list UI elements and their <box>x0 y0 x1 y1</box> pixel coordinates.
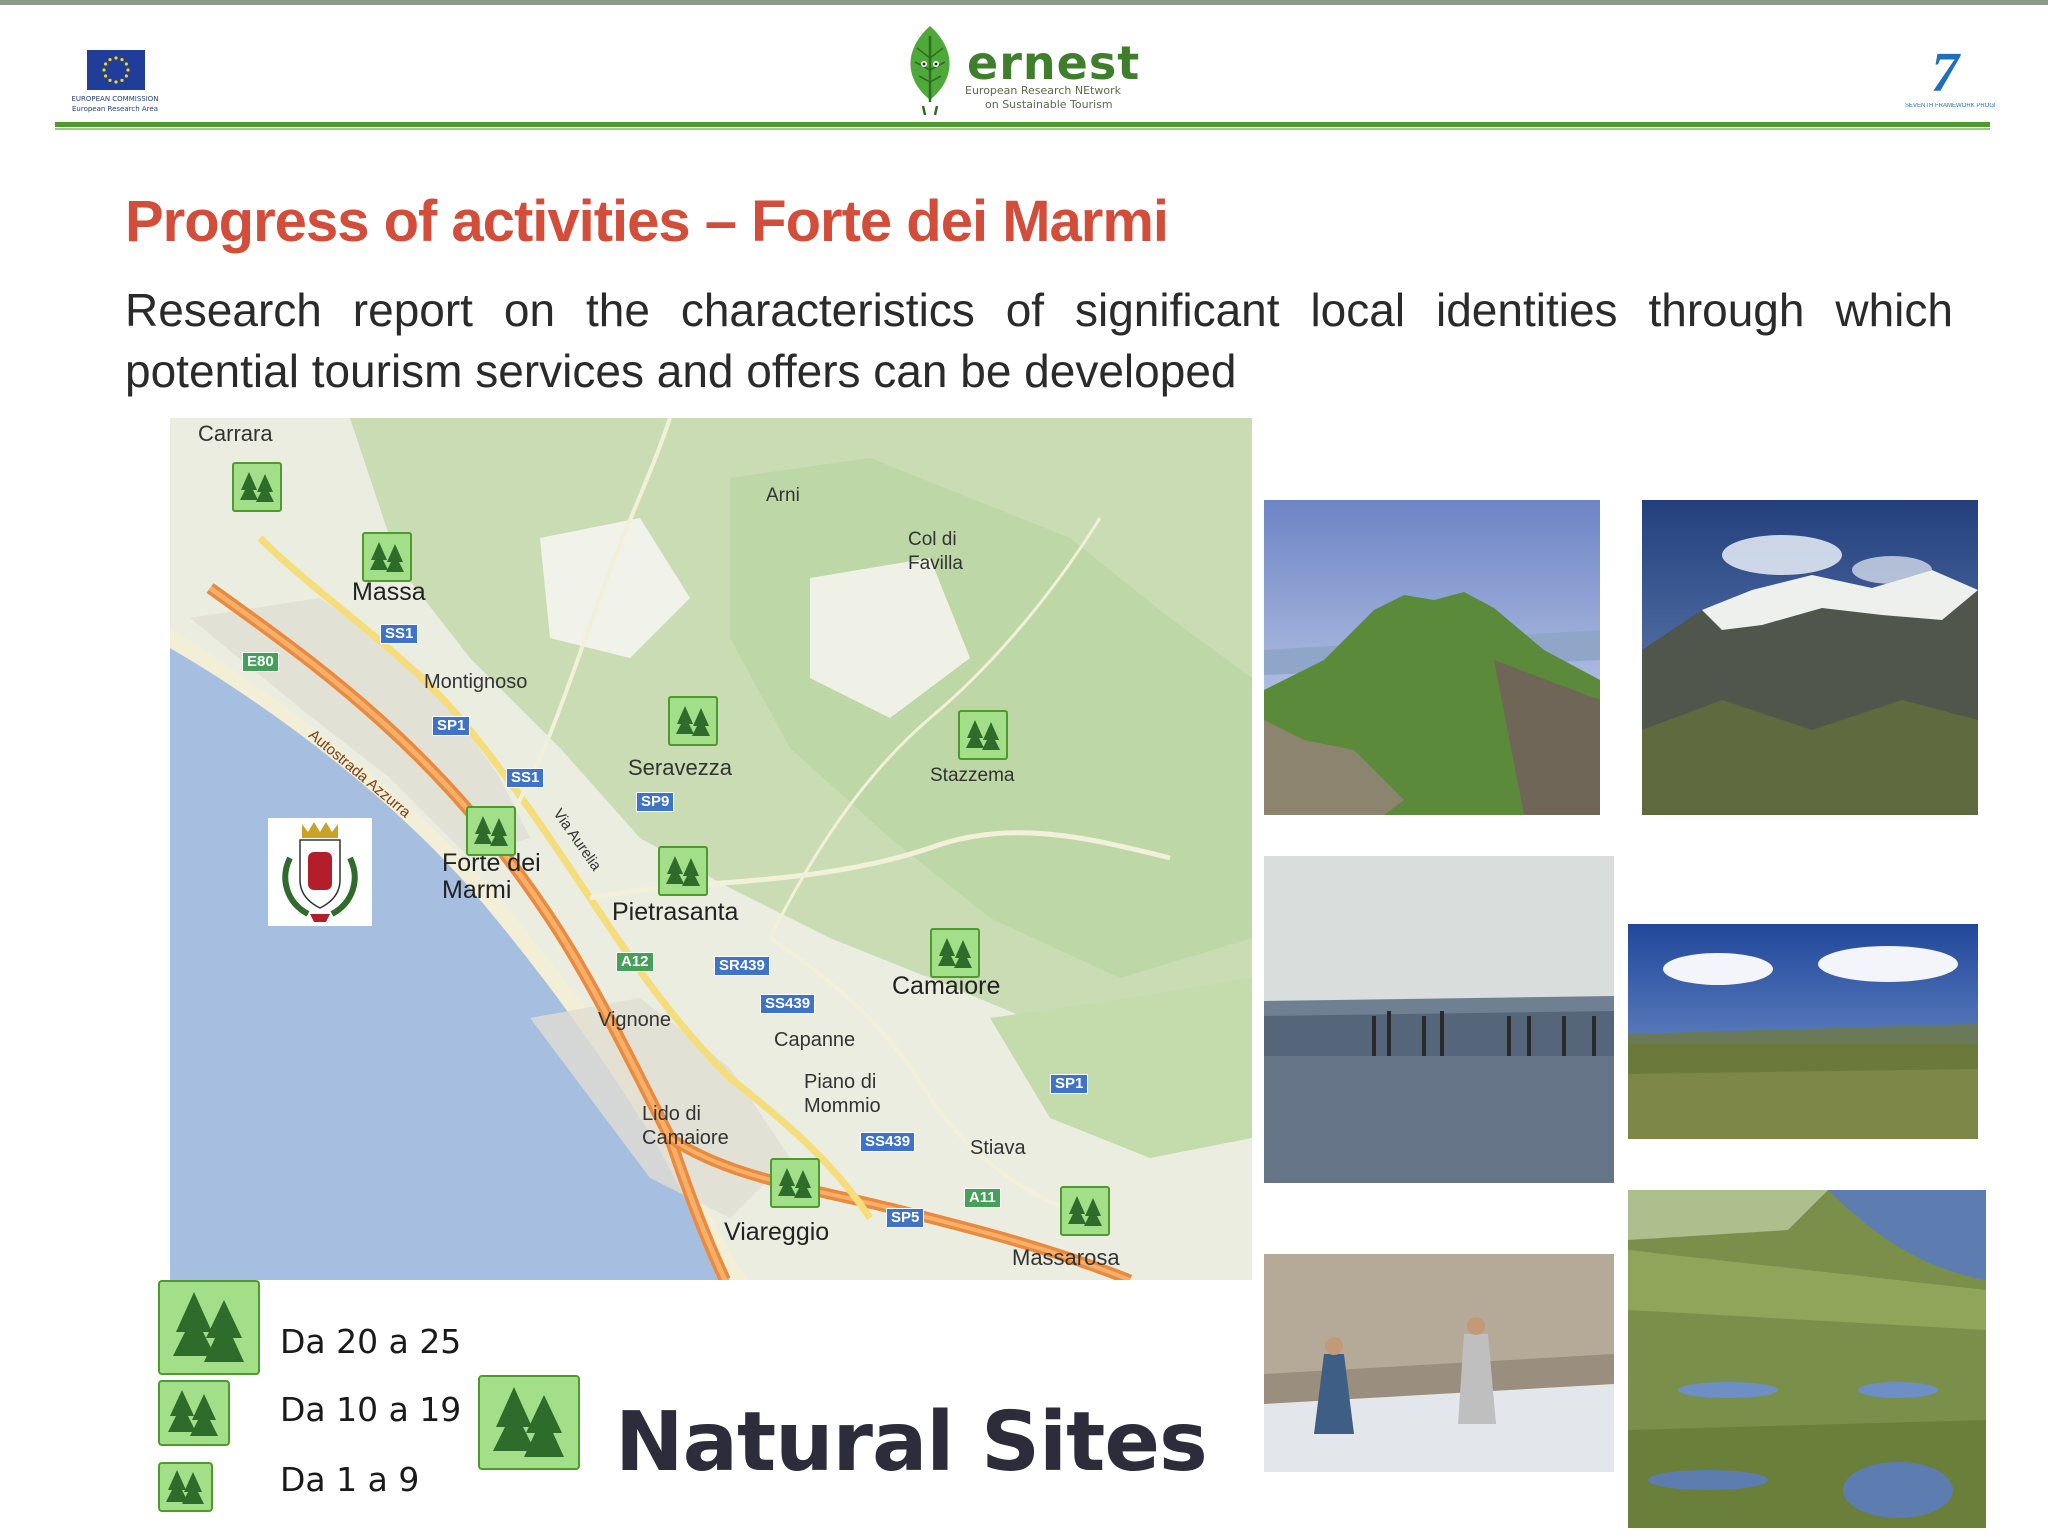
road-badge-a11: A11 <box>964 1188 1001 1208</box>
tree-marker-massa <box>362 532 412 582</box>
tree-marker-camaiore <box>930 928 980 978</box>
photo-marble-workers <box>1264 1254 1614 1472</box>
tree-icon <box>474 816 508 846</box>
photo-green-mountain <box>1264 500 1600 815</box>
ernest-tagline-1: European Research NEtwork <box>965 84 1121 97</box>
road-badge-ss1: SS1 <box>380 624 419 644</box>
eu-commission-logo: EUROPEAN COMMISSION European Research Ar… <box>55 45 175 120</box>
legend-marker-large <box>158 1280 260 1375</box>
legend-label-large: Da 20 a 25 <box>280 1322 462 1361</box>
map-label-massarosa: Massarosa <box>1012 1245 1120 1270</box>
road-badge-sp1: SP1 <box>432 716 471 736</box>
tree-marker-carrara <box>232 462 282 512</box>
tree-icon <box>240 472 274 502</box>
photo-lake-birds <box>1264 856 1614 1183</box>
header-rule <box>55 122 1990 127</box>
photo-snowy-mountains <box>1642 500 1978 815</box>
road-badge-ss1-south: SS1 <box>506 768 545 788</box>
eu-flag-icon <box>87 50 145 90</box>
natural-sites-marker <box>478 1375 580 1470</box>
ernest-logo: ernest European Research NEtwork on Sust… <box>895 18 1155 118</box>
photo-wetland-aerial <box>1628 1190 1986 1528</box>
road-badge-sp9: SP9 <box>636 792 675 812</box>
legend-marker-medium <box>158 1380 230 1446</box>
map-label-piano-di-mommio: Piano di Mommio <box>804 1071 881 1117</box>
road-badge-sp5: SP5 <box>886 1208 925 1228</box>
legend-marker-small <box>158 1462 213 1512</box>
eu-logo-subtext: European Research Area <box>71 105 158 113</box>
tree-icon <box>938 938 972 968</box>
tree-marker-pietrasanta <box>658 846 708 896</box>
tree-marker-forte-dei-marmi <box>466 806 516 856</box>
ernest-tagline-2: on Sustainable Tourism <box>985 98 1113 111</box>
tree-icon <box>1068 1196 1102 1226</box>
header-rule-light <box>55 128 1990 130</box>
coat-of-arms-icon <box>268 818 372 926</box>
map-label-lido-di-camaiore: Lido di Camaiore <box>642 1103 729 1149</box>
map-label-col-di-favilla: Col di Favilla <box>908 529 963 574</box>
road-badge-ss439-south: SS439 <box>860 1132 916 1152</box>
map-label-capanne: Capanne <box>774 1029 856 1051</box>
tree-icon <box>666 856 700 886</box>
map-label-viareggio: Viareggio <box>724 1218 830 1246</box>
map-label-arni: Arni <box>766 485 800 506</box>
tree-icon <box>168 1390 218 1436</box>
tree-icon <box>166 1470 204 1504</box>
tree-marker-stazzema <box>958 710 1008 760</box>
map-label-stazzema: Stazzema <box>930 765 1015 786</box>
map-label-seravezza: Seravezza <box>628 755 732 780</box>
tree-marker-seravezza <box>668 696 718 746</box>
tree-icon <box>966 720 1000 750</box>
tree-icon <box>493 1387 564 1457</box>
top-border <box>0 0 2048 5</box>
map-label-stiava: Stiava <box>970 1137 1026 1159</box>
fp7-text: SEVENTH FRAMEWORK PROGRAMME <box>1905 103 1995 109</box>
map-label-pietrasanta: Pietrasanta <box>612 898 739 926</box>
fp7-logo: 7 SEVENTH FRAMEWORK PROGRAMME <box>1905 42 1995 125</box>
legend-label-medium: Da 10 a 19 <box>280 1390 462 1429</box>
eu-logo-text: EUROPEAN COMMISSION <box>71 95 159 103</box>
tree-marker-viareggio <box>770 1158 820 1208</box>
ernest-wordmark: ernest <box>967 36 1141 90</box>
tree-icon <box>676 706 710 736</box>
road-badge-sp1-east: SP1 <box>1050 1074 1089 1094</box>
map-label-montignoso: Montignoso <box>424 671 528 693</box>
fp7-number: 7 <box>1931 42 1959 104</box>
natural-sites-heading: Natural Sites <box>615 1395 1208 1490</box>
slide-subtitle: Research report on the characteristics o… <box>125 284 1953 397</box>
leaf-icon <box>910 26 950 116</box>
area-map: Carrara Arni Col di Favilla Massa Montig… <box>170 418 1252 1280</box>
tree-icon <box>778 1168 812 1198</box>
tree-marker-massarosa <box>1060 1186 1110 1236</box>
slide-title: Progress of activities – Forte dei Marmi <box>125 189 1169 254</box>
map-label-vignone: Vignone <box>598 1009 672 1031</box>
photo-grassland <box>1628 924 1978 1139</box>
map-label-forte-dei-marmi: Forte dei Marmi <box>442 849 541 904</box>
map-label-massa: Massa <box>352 578 426 606</box>
tree-icon <box>370 542 404 572</box>
legend-label-small: Da 1 a 9 <box>280 1460 420 1499</box>
map-label-carrara: Carrara <box>198 421 273 446</box>
road-badge-ss439: SS439 <box>760 994 816 1014</box>
road-badge-a12: A12 <box>616 952 654 972</box>
tree-icon <box>173 1292 244 1362</box>
road-badge-sr439: SR439 <box>714 956 770 976</box>
road-badge-e80: E80 <box>242 652 279 672</box>
